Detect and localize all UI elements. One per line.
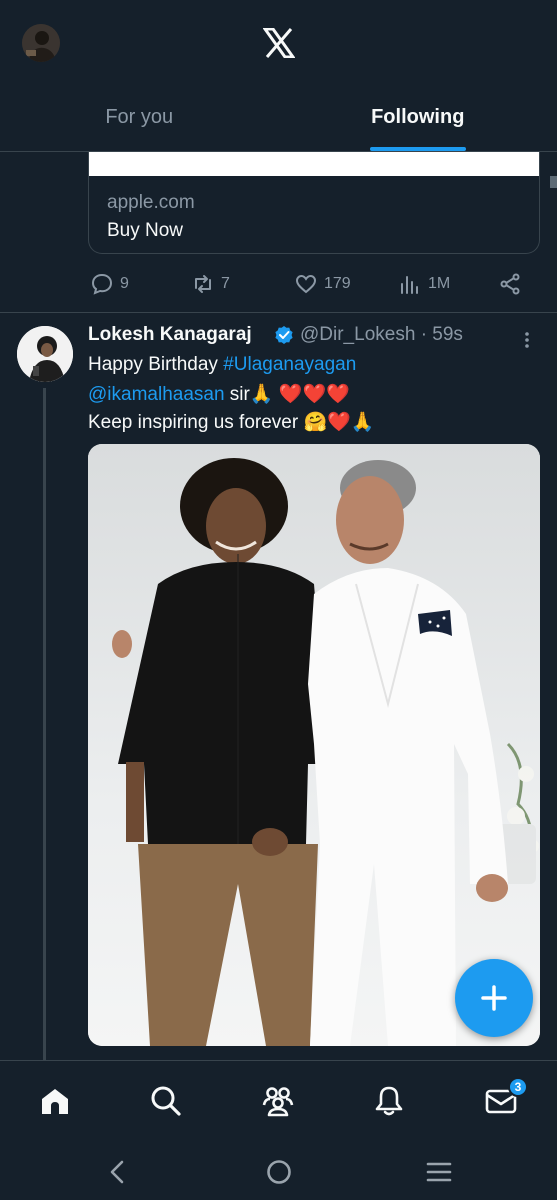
author-avatar[interactable] [17,326,73,382]
share-button[interactable] [498,272,522,296]
home-icon[interactable] [37,1083,73,1119]
system-navigation-bar [0,1142,557,1200]
tab-following-label: Following [371,106,465,128]
recent-apps-menu-icon[interactable] [425,1158,453,1186]
post-text: sir🙏 ❤️❤️❤️ [224,384,350,405]
share-icon [500,273,520,295]
bottom-navigation [0,1060,557,1142]
scrollbar-thumb[interactable] [550,176,557,188]
heart-icon [295,274,317,294]
compose-post-button[interactable] [455,959,533,1037]
verified-badge-icon [274,325,294,345]
meta-separator: · [420,324,428,345]
notifications-bell-icon[interactable] [371,1083,407,1119]
link-card[interactable]: apple.com Buy Now [88,152,540,254]
hashtag-link[interactable]: #Ulaganayagan [223,354,356,375]
post-text-line-2: @ikamalhaasan sir🙏 ❤️❤️❤️ [88,382,350,406]
link-card-image [89,152,539,176]
views-count: 1M [428,275,451,292]
repost-icon [195,275,211,293]
post-time: 59s [432,324,463,345]
messages-badge: 3 [508,1077,528,1097]
like-count: 179 [324,275,351,292]
link-card-domain: apple.com [107,192,195,213]
post-text-line-1: Happy Birthday #Ulaganayagan [88,354,356,376]
more-options-icon[interactable] [522,330,532,350]
active-tab-indicator [369,147,466,151]
home-circle-icon[interactable] [265,1158,293,1186]
mention-link[interactable]: @ikamalhaasan [88,384,225,405]
profile-avatar[interactable] [22,24,60,62]
views-chart-icon [401,276,418,294]
back-icon[interactable] [104,1158,132,1186]
post-text-line-3: Keep inspiring us forever 🤗❤️🙏 [88,412,375,433]
reply-icon [91,273,113,295]
post-actions: 9 7 179 1M [88,272,538,298]
communities-icon[interactable] [260,1083,296,1119]
search-icon[interactable] [148,1083,184,1119]
reply-button[interactable]: 9 [90,272,129,296]
repost-button[interactable]: 7 [191,272,230,296]
reply-count: 9 [120,275,129,292]
x-logo-icon[interactable] [262,27,296,59]
author-name[interactable]: Lokesh Kanagaraj [88,324,252,346]
tab-for-you-label: For you [105,106,174,128]
timeline-tabs: For you Following [0,84,557,152]
author-meta: @Dir_Lokesh · 59s [300,324,463,346]
thread-line [43,388,46,1060]
views-button[interactable]: 1M [398,272,450,296]
link-card-title: Buy Now [107,220,184,241]
author-handle: @Dir_Lokesh [300,324,416,345]
plus-icon [481,985,507,1011]
post-text: Happy Birthday [88,354,224,375]
tab-for-you[interactable]: For you [0,84,279,151]
post-image[interactable] [88,444,540,1046]
like-button[interactable]: 179 [294,272,351,296]
top-bar [0,0,557,84]
post-divider [0,312,557,313]
repost-count: 7 [221,275,230,292]
tab-following[interactable]: Following [279,84,557,151]
